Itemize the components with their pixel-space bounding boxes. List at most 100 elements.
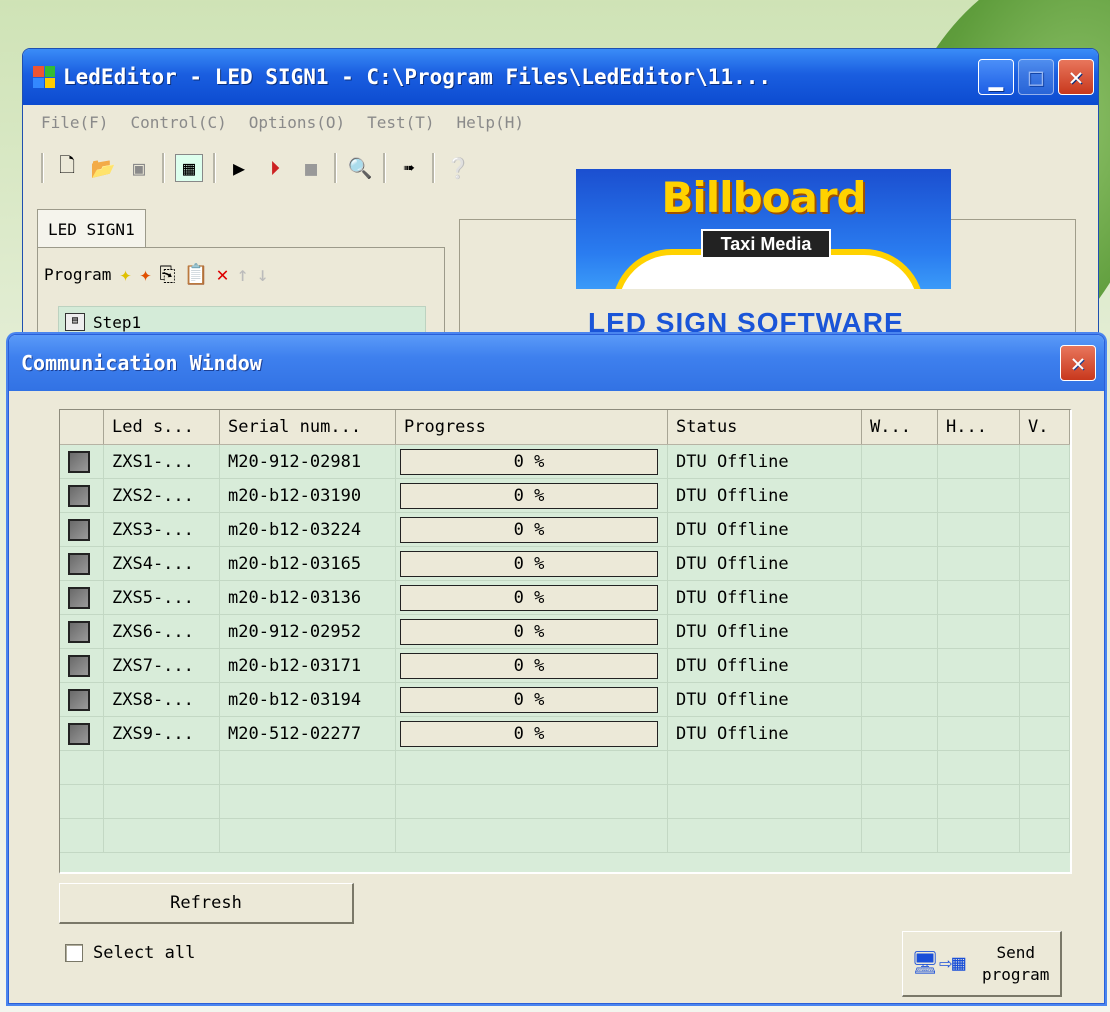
logo-brand: Billboard — [661, 173, 866, 222]
table-row-empty — [60, 819, 1070, 853]
communication-window: Communication Window ✕ Led s... Serial n… — [8, 334, 1105, 1004]
move-down-icon[interactable]: ↓ — [257, 262, 269, 286]
table-row-empty — [60, 785, 1070, 819]
table-row[interactable]: ZXS2-... m20-b12-03190 0 % DTU Offline — [60, 479, 1070, 513]
send-program-label: Send program — [971, 942, 1060, 986]
col-w[interactable]: W... — [862, 410, 938, 444]
help-icon[interactable]: ❔ — [445, 155, 471, 181]
add-step-icon[interactable]: ✦ — [139, 262, 151, 286]
row-checkbox[interactable] — [68, 552, 90, 575]
send-program-button[interactable]: 🖥⇨▦ Send program — [902, 931, 1062, 997]
row-checkbox[interactable] — [68, 688, 90, 711]
menu-control[interactable]: Control(C) — [130, 113, 226, 132]
play-icon[interactable]: ▶ — [226, 155, 252, 181]
close-button[interactable]: ✕ — [1058, 59, 1094, 95]
status-cell: DTU Offline — [668, 649, 862, 682]
serial-cell: m20-b12-03224 — [220, 513, 396, 546]
menu-test[interactable]: Test(T) — [367, 113, 434, 132]
select-all-checkbox[interactable]: Select all — [65, 943, 195, 963]
serial-cell: M20-512-02277 — [220, 717, 396, 750]
table-row[interactable]: ZXS3-... m20-b12-03224 0 % DTU Offline — [60, 513, 1070, 547]
led-cell: ZXS5-... — [104, 581, 220, 614]
open-icon[interactable]: 📂 — [90, 155, 116, 181]
select-all-box[interactable] — [65, 944, 83, 962]
window-title: LedEditor - LED SIGN1 - C:\Program Files… — [63, 65, 772, 89]
status-cell: DTU Offline — [668, 547, 862, 580]
status-cell: DTU Offline — [668, 445, 862, 478]
progress-bar: 0 % — [400, 584, 658, 611]
row-checkbox[interactable] — [68, 620, 90, 643]
toolbar-separator — [334, 153, 337, 183]
refresh-button[interactable]: Refresh — [59, 883, 354, 924]
led-cell: ZXS8-... — [104, 683, 220, 716]
serial-cell: m20-b12-03171 — [220, 649, 396, 682]
row-checkbox[interactable] — [68, 722, 90, 745]
row-checkbox[interactable] — [68, 484, 90, 507]
add-program-icon[interactable]: ✦ — [119, 262, 131, 286]
toolbar-separator — [162, 153, 165, 183]
comm-title: Communication Window — [21, 351, 262, 375]
table-row[interactable]: ZXS1-... M20-912-02981 0 % DTU Offline — [60, 445, 1070, 479]
col-progress[interactable]: Progress — [396, 410, 668, 444]
toolbar-separator — [213, 153, 216, 183]
row-checkbox[interactable] — [68, 450, 90, 473]
send-icon: 🖥⇨▦ — [911, 951, 966, 976]
col-led-sign[interactable]: Led s... — [104, 410, 220, 444]
app-icon — [33, 66, 55, 88]
row-checkbox[interactable] — [68, 654, 90, 677]
toolbar: 🗋 📂 ▣ ▦ ▶ ⏵ ■ 🔍 ➠ ❔ — [41, 147, 471, 189]
led-cell: ZXS7-... — [104, 649, 220, 682]
paste-icon[interactable]: 📋 — [184, 262, 209, 286]
delete-icon[interactable]: ✕ — [216, 262, 228, 286]
main-titlebar[interactable]: LedEditor - LED SIGN1 - C:\Program Files… — [23, 49, 1098, 105]
new-icon[interactable]: 🗋 — [54, 153, 80, 181]
progress-bar: 0 % — [400, 482, 658, 509]
program-label: Program — [44, 264, 112, 284]
comm-close-button[interactable]: ✕ — [1060, 345, 1096, 381]
row-checkbox[interactable] — [68, 518, 90, 541]
step-label: Step1 — [93, 312, 142, 332]
progress-bar: 0 % — [400, 618, 658, 645]
col-h[interactable]: H... — [938, 410, 1020, 444]
menu-bar: File(F) Control(C) Options(O) Test(T) He… — [23, 105, 1098, 139]
copy-icon[interactable]: ⎘ — [160, 262, 176, 286]
col-v[interactable]: V. — [1020, 410, 1070, 444]
billboard-logo: Billboard Taxi Media — [576, 169, 951, 289]
step-icon[interactable]: ⏵ — [262, 155, 288, 181]
col-status[interactable]: Status — [668, 410, 862, 444]
comm-titlebar[interactable]: Communication Window ✕ — [9, 335, 1104, 391]
progress-bar: 0 % — [400, 550, 658, 577]
table-row[interactable]: ZXS4-... m20-b12-03165 0 % DTU Offline — [60, 547, 1070, 581]
table-row[interactable]: ZXS8-... m20-b12-03194 0 % DTU Offline — [60, 683, 1070, 717]
table-header: Led s... Serial num... Progress Status W… — [60, 410, 1070, 445]
table-row[interactable]: ZXS9-... M20-512-02277 0 % DTU Offline — [60, 717, 1070, 751]
menu-file[interactable]: File(F) — [41, 113, 108, 132]
export-icon[interactable]: ➠ — [396, 155, 422, 181]
progress-bar: 0 % — [400, 516, 658, 543]
status-cell: DTU Offline — [668, 513, 862, 546]
menu-help[interactable]: Help(H) — [457, 113, 524, 132]
serial-cell: m20-b12-03136 — [220, 581, 396, 614]
led-cell: ZXS3-... — [104, 513, 220, 546]
row-checkbox[interactable] — [68, 586, 90, 609]
move-up-icon[interactable]: ↑ — [236, 262, 248, 286]
toolbar-separator — [432, 153, 435, 183]
menu-options[interactable]: Options(O) — [249, 113, 345, 132]
led-cell: ZXS1-... — [104, 445, 220, 478]
status-cell: DTU Offline — [668, 717, 862, 750]
minimize-button[interactable]: ▁ — [978, 59, 1014, 95]
status-cell: DTU Offline — [668, 479, 862, 512]
col-check[interactable] — [60, 410, 104, 444]
tab-led-sign1[interactable]: LED SIGN1 — [37, 209, 146, 248]
table-row[interactable]: ZXS6-... m20-912-02952 0 % DTU Offline — [60, 615, 1070, 649]
table-row[interactable]: ZXS7-... m20-b12-03171 0 % DTU Offline — [60, 649, 1070, 683]
zoom-icon[interactable]: 🔍 — [347, 155, 373, 181]
maximize-button[interactable]: □ — [1018, 59, 1054, 95]
stop-icon[interactable]: ■ — [298, 155, 324, 181]
serial-cell: m20-b12-03165 — [220, 547, 396, 580]
save-icon[interactable]: ▣ — [126, 155, 152, 181]
table-row[interactable]: ZXS5-... m20-b12-03136 0 % DTU Offline — [60, 581, 1070, 615]
grid-icon[interactable]: ▦ — [175, 154, 203, 182]
col-serial[interactable]: Serial num... — [220, 410, 396, 444]
serial-cell: m20-b12-03190 — [220, 479, 396, 512]
